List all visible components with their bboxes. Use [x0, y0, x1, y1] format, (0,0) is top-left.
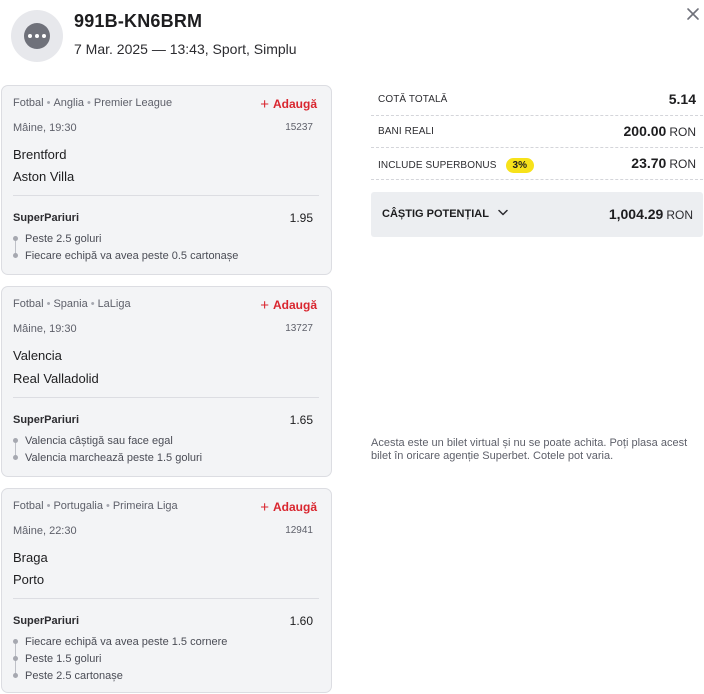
ticket-avatar: [11, 10, 63, 62]
superbonus-row: INCLUDE SUPERBONUS 3% 23.70 RON: [371, 148, 703, 180]
ticket-meta: 7 Mar. 2025 — 13:43, Sport, Simplu: [74, 41, 297, 57]
event-code: 15237: [285, 122, 313, 133]
selection-item: Peste 2.5 cartonașe: [13, 670, 123, 682]
event-time: Mâine, 19:30: [13, 323, 77, 335]
total-odds-value: 5.14: [668, 91, 696, 107]
divider: [13, 195, 319, 196]
event-code: 13727: [285, 323, 313, 334]
away-team: Aston Villa: [13, 169, 75, 184]
selection-item: Peste 2.5 goluri: [13, 233, 101, 245]
superbonus-badge: 3%: [505, 158, 535, 173]
event-card: Fotbal • Portugalia • Primeira Liga + Adaugă …: [1, 488, 332, 693]
event-time: Mâine, 22:30: [13, 525, 77, 537]
disclaimer-text: Acesta este un bilet virtual și nu se po…: [371, 437, 688, 462]
more-dots-icon: [24, 23, 50, 49]
home-team: Braga: [13, 550, 48, 565]
selection-item: Fiecare echipă va avea peste 1.5 cornere: [13, 636, 227, 648]
plus-icon: +: [260, 96, 269, 113]
event-breadcrumb: Fotbal • Portugalia • Primeira Liga: [13, 500, 178, 512]
home-team: Valencia: [13, 348, 62, 363]
ticket-header: 991B-KN6BRM 7 Mar. 2025 — 13:43, Sport, …: [0, 0, 704, 72]
add-button[interactable]: + Adaugă: [260, 96, 317, 113]
event-code: 12941: [285, 525, 313, 536]
event-time: Mâine, 19:30: [13, 122, 77, 134]
event-breadcrumb: Fotbal • Anglia • Premier League: [13, 97, 173, 109]
superbonus-value: 23.70 RON: [631, 155, 696, 171]
event-odds: 1.95: [289, 211, 313, 225]
add-button[interactable]: + Adaugă: [260, 297, 317, 314]
event-odds: 1.65: [289, 413, 313, 427]
superpariuri-label: SuperPariuri: [13, 615, 80, 627]
real-money-row: BANI REALI 200.00 RON: [371, 116, 703, 148]
event-card: Fotbal • Anglia • Premier League + Adaugă Mâi…: [1, 85, 332, 275]
chevron-down-icon: [498, 209, 508, 216]
divider: [13, 397, 319, 398]
potential-win-label: CÂȘTIG POTENȚIAL: [382, 208, 508, 220]
real-money-label: BANI REALI: [378, 126, 435, 137]
ticket-id: 991B-KN6BRM: [74, 11, 203, 31]
divider: [13, 598, 319, 599]
superbonus-label: INCLUDE SUPERBONUS 3%: [378, 158, 535, 173]
total-odds-label: COTĂ TOTALĂ: [378, 94, 448, 105]
away-team: Real Valladolid: [13, 371, 99, 386]
plus-icon: +: [260, 297, 269, 314]
add-button[interactable]: + Adaugă: [260, 499, 317, 516]
potential-win-toggle[interactable]: CÂȘTIG POTENȚIAL 1,004.29 RON: [371, 192, 703, 237]
close-icon[interactable]: [684, 5, 702, 23]
event-odds: 1.60: [289, 614, 313, 628]
superpariuri-label: SuperPariuri: [13, 212, 80, 224]
potential-win-value: 1,004.29 RON: [608, 206, 693, 222]
selection-item: Peste 1.5 goluri: [13, 653, 101, 665]
real-money-value: 200.00 RON: [623, 123, 697, 139]
selection-item: Valencia marchează peste 1.5 goluri: [13, 452, 202, 464]
away-team: Porto: [13, 572, 45, 587]
home-team: Brentford: [13, 147, 67, 162]
superpariuri-label: SuperPariuri: [13, 414, 80, 426]
selection-item: Valencia câștigă sau face egal: [13, 435, 173, 447]
ticket-summary: COTĂ TOTALĂ 5.14 BANI REALI 200.00 RON IN…: [371, 84, 703, 180]
plus-icon: +: [260, 499, 269, 516]
total-odds-row: COTĂ TOTALĂ 5.14: [371, 84, 703, 116]
event-card: Fotbal • Spania • LaLiga + Adaugă Mâine, 19:3…: [1, 286, 332, 477]
selection-item: Fiecare echipă va avea peste 0.5 cartona…: [13, 250, 238, 262]
event-breadcrumb: Fotbal • Spania • LaLiga: [13, 298, 131, 310]
